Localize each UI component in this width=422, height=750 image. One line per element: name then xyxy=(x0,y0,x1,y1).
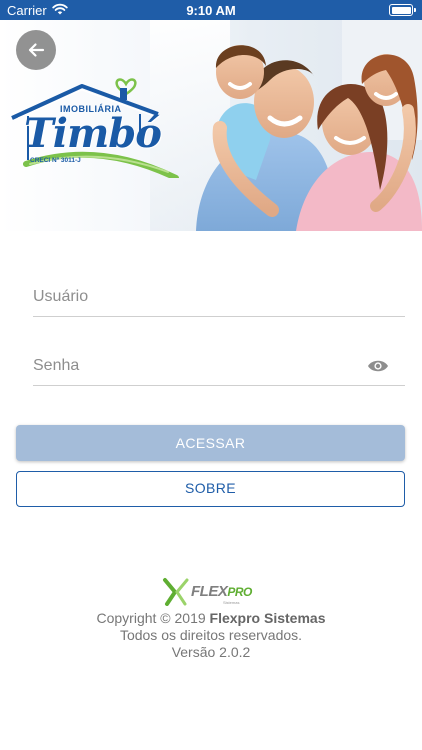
version-text: Versão 2.0.2 xyxy=(171,644,251,660)
copyright-prefix: Copyright © 2019 xyxy=(96,610,206,626)
family-photo xyxy=(196,45,422,231)
eye-icon[interactable] xyxy=(367,359,389,373)
password-field[interactable]: Senha xyxy=(33,339,405,386)
status-bar: Carrier 9:10 AM xyxy=(0,0,422,20)
logo-main-text: Timbó xyxy=(24,110,162,157)
username-field[interactable]: Usuário xyxy=(33,270,405,317)
about-button[interactable]: SOBRE xyxy=(16,471,405,507)
back-button[interactable] xyxy=(16,30,56,70)
status-time: 9:10 AM xyxy=(186,3,236,18)
username-placeholder: Usuário xyxy=(33,288,89,305)
login-button[interactable]: ACESSAR xyxy=(16,425,405,461)
company-name: Flexpro Sistemas xyxy=(209,610,326,626)
flexpro-pro-text: PRO xyxy=(227,585,252,599)
flexpro-wordmark: FLEXPRO xyxy=(191,583,252,600)
battery-icon xyxy=(389,4,416,16)
copyright-line: Copyright © 2019 Flexpro Sistemas xyxy=(0,610,422,627)
flexpro-x-icon xyxy=(163,578,189,606)
rights-text: Todos os direitos reservados. xyxy=(119,627,303,643)
flexpro-flex-text: FLEX xyxy=(191,583,228,600)
logo-creci-text: CRECI Nº 3011-J xyxy=(30,157,81,164)
flexpro-tagline: Sistemas xyxy=(223,600,240,605)
footer: FLEXPRO Sistemas Copyright © 2019 Flexpr… xyxy=(0,576,422,661)
company-logo: IMOBILIÁRIA Timbó CRECI Nº 3011-J xyxy=(8,68,183,178)
arrow-left-icon xyxy=(28,43,45,57)
flexpro-logo: FLEXPRO Sistemas xyxy=(161,576,261,606)
password-placeholder: Senha xyxy=(33,357,80,374)
